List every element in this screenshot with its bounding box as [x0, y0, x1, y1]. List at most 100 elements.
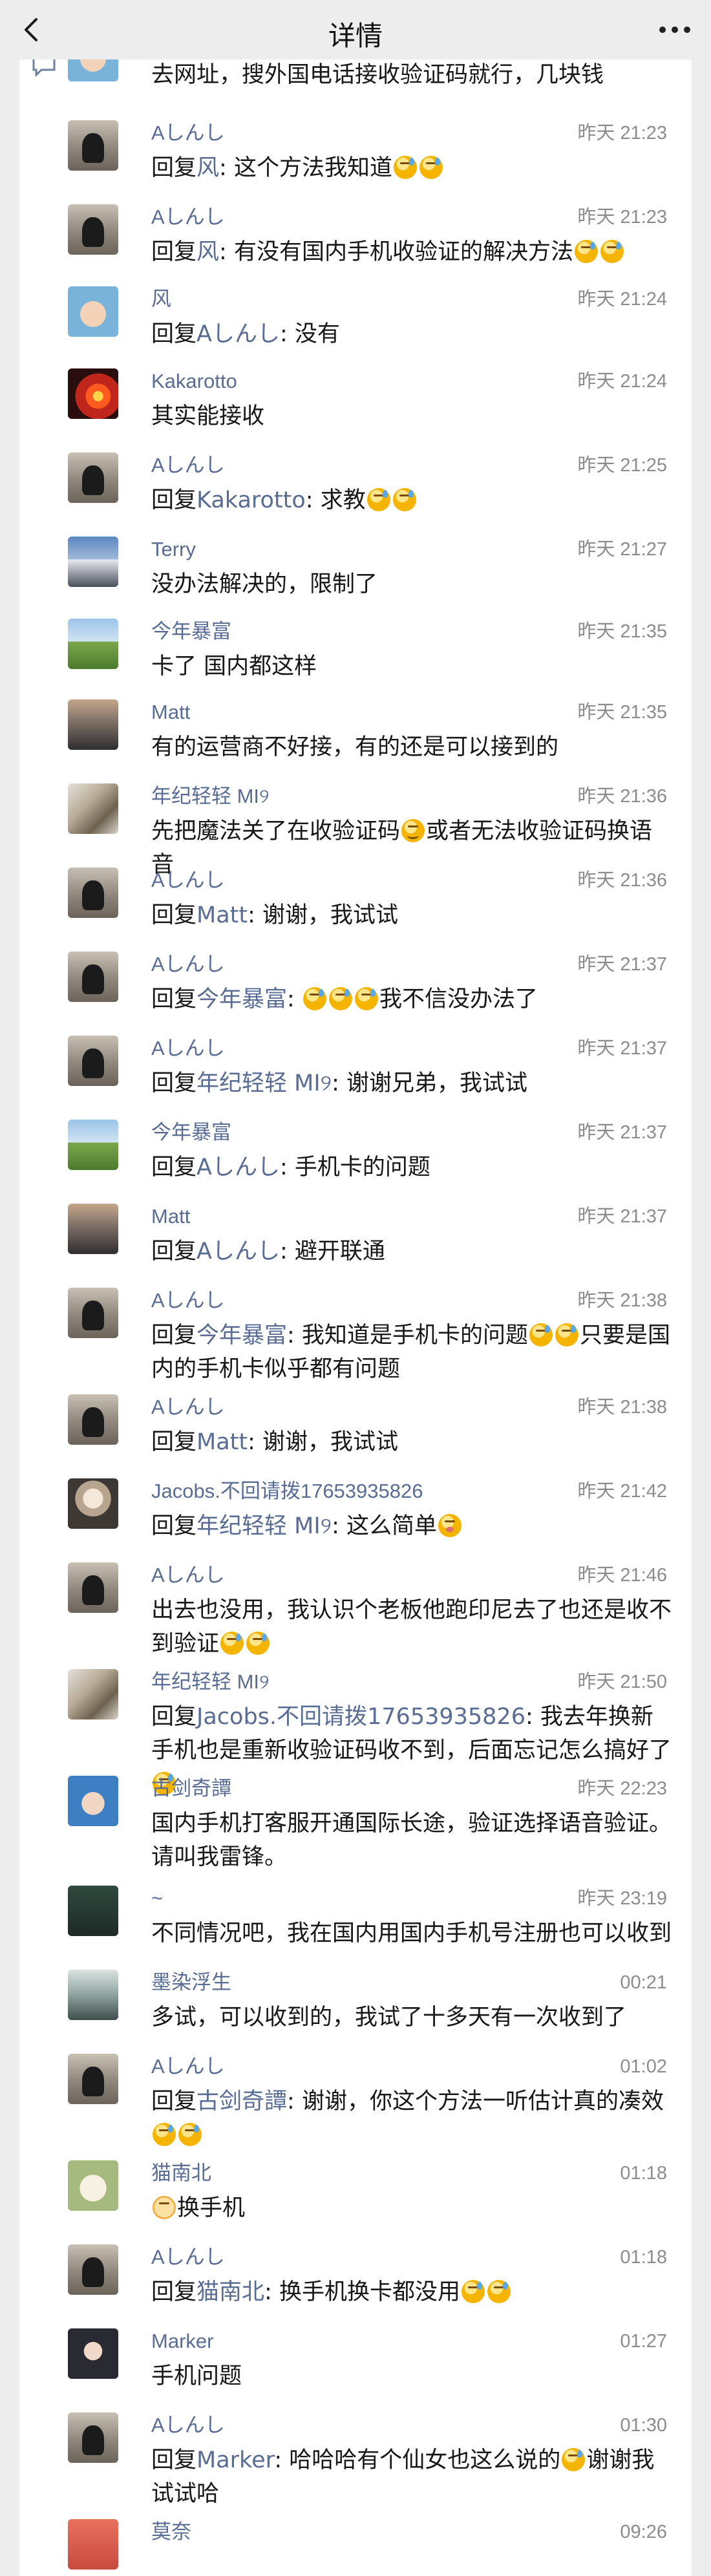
baby-avatar[interactable]	[68, 286, 118, 337]
reply-prefix: 回复	[151, 2279, 197, 2305]
sweat-smile-emoji-icon	[354, 987, 378, 1010]
commenter-name[interactable]: Aしんし	[151, 1394, 225, 1420]
commenter-name[interactable]: Matt	[151, 1204, 190, 1229]
commenter-name[interactable]: Terry	[151, 537, 196, 562]
comment-body: : 这么简单	[332, 1513, 438, 1539]
cat-avatar[interactable]	[68, 868, 118, 918]
avatar[interactable]	[68, 59, 118, 81]
reply-target-name[interactable]: Aしんし	[196, 321, 280, 347]
comment-body: :	[287, 986, 302, 1012]
catcute-avatar[interactable]	[68, 2160, 118, 2211]
reply-target-name[interactable]: 年纪轻轻 MI୨	[196, 1070, 332, 1096]
comment-body: : 避开联通	[279, 1239, 385, 1264]
comment-text: 回复Aしんし: 避开联通	[151, 1235, 675, 1268]
tree-avatar[interactable]	[68, 1669, 118, 1719]
figure-avatar[interactable]	[68, 1478, 118, 1529]
commenter-name[interactable]: Kakarotto	[151, 368, 237, 394]
cat-avatar[interactable]	[68, 2412, 118, 2463]
dusk-avatar[interactable]	[68, 1204, 118, 1254]
cat-avatar[interactable]	[68, 204, 118, 255]
reply-target-name[interactable]: 风	[196, 155, 219, 181]
comment-body: 不同情况吧，我在国内用国内手机号注册也可以收到	[151, 1921, 672, 1946]
reply-target-name[interactable]: 风	[196, 239, 219, 265]
commenter-name[interactable]: Aしんし	[151, 1562, 225, 1588]
girl-avatar[interactable]	[68, 2328, 118, 2379]
sky-avatar[interactable]	[68, 537, 118, 587]
commenter-name[interactable]: Aしんし	[151, 452, 225, 478]
comment-text: 其实能接收	[151, 399, 675, 433]
commenter-name[interactable]: Aしんし	[151, 868, 225, 893]
grass-avatar[interactable]	[68, 619, 118, 669]
cat-avatar[interactable]	[68, 2054, 118, 2104]
commenter-name[interactable]: Aしんし	[151, 2412, 225, 2438]
reply-target-name[interactable]: Aしんし	[196, 1155, 280, 1180]
comment-time: 昨天 21:46	[577, 1565, 667, 1586]
commenter-name[interactable]: Marker	[151, 2328, 213, 2354]
commenter-name[interactable]: 年纪轻轻 MI୨	[151, 1669, 270, 1695]
comment-body: 国内手机打客服开通国际长途，验证选择语音验证。请叫我雷锋。	[151, 1811, 672, 1870]
comment-body: : 这个方法我知道	[219, 155, 392, 181]
comment-time: 01:02	[620, 2056, 667, 2077]
reply-target-name[interactable]: Matt	[196, 902, 248, 928]
reply-target-name[interactable]: 猫南北	[196, 2279, 264, 2305]
reply-target-name[interactable]: 今年暴富	[196, 986, 287, 1012]
commenter-name[interactable]: Aしんし	[151, 1036, 225, 1061]
commenter-name[interactable]: 今年暴富	[151, 619, 231, 644]
sweat-smile-emoji-icon	[178, 2123, 202, 2146]
commenter-name[interactable]: ~	[151, 1886, 163, 1911]
more-button[interactable]	[652, 12, 698, 48]
reply-target-name[interactable]: Marker	[196, 2447, 274, 2473]
commenter-name[interactable]: Aしんし	[151, 204, 225, 230]
reply-target-name[interactable]: Aしんし	[196, 1239, 280, 1264]
dark-avatar[interactable]	[68, 1886, 118, 1936]
fire-avatar[interactable]	[68, 368, 118, 419]
commenter-name[interactable]: 墨染浮生	[151, 1970, 231, 1996]
commenter-name[interactable]: Aしんし	[151, 2244, 225, 2270]
reply-prefix: 回复	[151, 1239, 197, 1264]
comment-text: 回复Marker: 哈哈哈有个仙女也这么说的 谢谢我试试哈	[151, 2443, 675, 2511]
grass-avatar[interactable]	[68, 1120, 118, 1170]
reply-target-name[interactable]: Jacobs.不回请拨17653935826	[196, 1704, 525, 1730]
commenter-name[interactable]: 风	[151, 286, 171, 312]
blue-avatar[interactable]	[68, 1776, 118, 1826]
commenter-name[interactable]: Aしんし	[151, 952, 225, 977]
commenter-name[interactable]: 莫奈	[151, 2519, 191, 2545]
comment-time: 昨天 21:27	[577, 539, 667, 560]
ink-avatar[interactable]	[68, 1970, 118, 2020]
cat-avatar[interactable]	[68, 1562, 118, 1613]
commenter-name[interactable]: 今年暴富	[151, 1120, 231, 1145]
comment-text: 回复风: 有没有国内手机收验证的解决方法	[151, 235, 675, 269]
reply-target-name[interactable]: Kakarotto	[196, 487, 306, 513]
cat-avatar[interactable]	[68, 1288, 118, 1338]
cat-avatar[interactable]	[68, 952, 118, 1002]
sweat-smile-emoji-icon	[574, 240, 598, 263]
cat-avatar[interactable]	[68, 452, 118, 503]
commenter-name[interactable]: Jacobs.不回请拨17653935826	[151, 1478, 423, 1504]
commenter-name[interactable]: 猫南北	[151, 2160, 211, 2186]
red-avatar[interactable]	[68, 2519, 118, 2570]
cat-avatar[interactable]	[68, 120, 118, 171]
reply-target-name[interactable]: 今年暴富	[196, 1323, 287, 1348]
comment-text: 出去也没用，我认识个老板他跑印尼去了也还是收不到验证	[151, 1593, 675, 1661]
reply-target-name[interactable]: 古剑奇譚	[196, 2089, 287, 2114]
sweat-smile-emoji-icon	[246, 1632, 270, 1655]
tree-avatar[interactable]	[68, 783, 118, 834]
comment-time: 昨天 21:23	[577, 123, 667, 144]
commenter-name[interactable]: Matt	[151, 699, 190, 725]
commenter-name[interactable]: Aしんし	[151, 120, 225, 146]
cat-avatar[interactable]	[68, 1036, 118, 1086]
commenter-name[interactable]: 年纪轻轻 MI୨	[151, 783, 270, 809]
sweat-smile-emoji-icon	[220, 1632, 244, 1655]
cat-avatar[interactable]	[68, 2244, 118, 2295]
comment-body: : 求教	[305, 487, 366, 513]
commenter-name[interactable]: Aしんし	[151, 2054, 225, 2080]
sweat-smile-emoji-icon	[461, 2280, 485, 2303]
reply-target-name[interactable]: 年纪轻轻 MI୨	[196, 1513, 332, 1539]
comment-time: 昨天 23:19	[577, 1888, 667, 1909]
reply-target-name[interactable]: Matt	[196, 1429, 248, 1455]
cat-avatar[interactable]	[68, 1394, 118, 1445]
comment-time: 昨天 21:38	[577, 1290, 667, 1311]
commenter-name[interactable]: 古剑奇譚	[151, 1776, 231, 1802]
dusk-avatar[interactable]	[68, 699, 118, 750]
commenter-name[interactable]: Aしんし	[151, 1288, 225, 1314]
